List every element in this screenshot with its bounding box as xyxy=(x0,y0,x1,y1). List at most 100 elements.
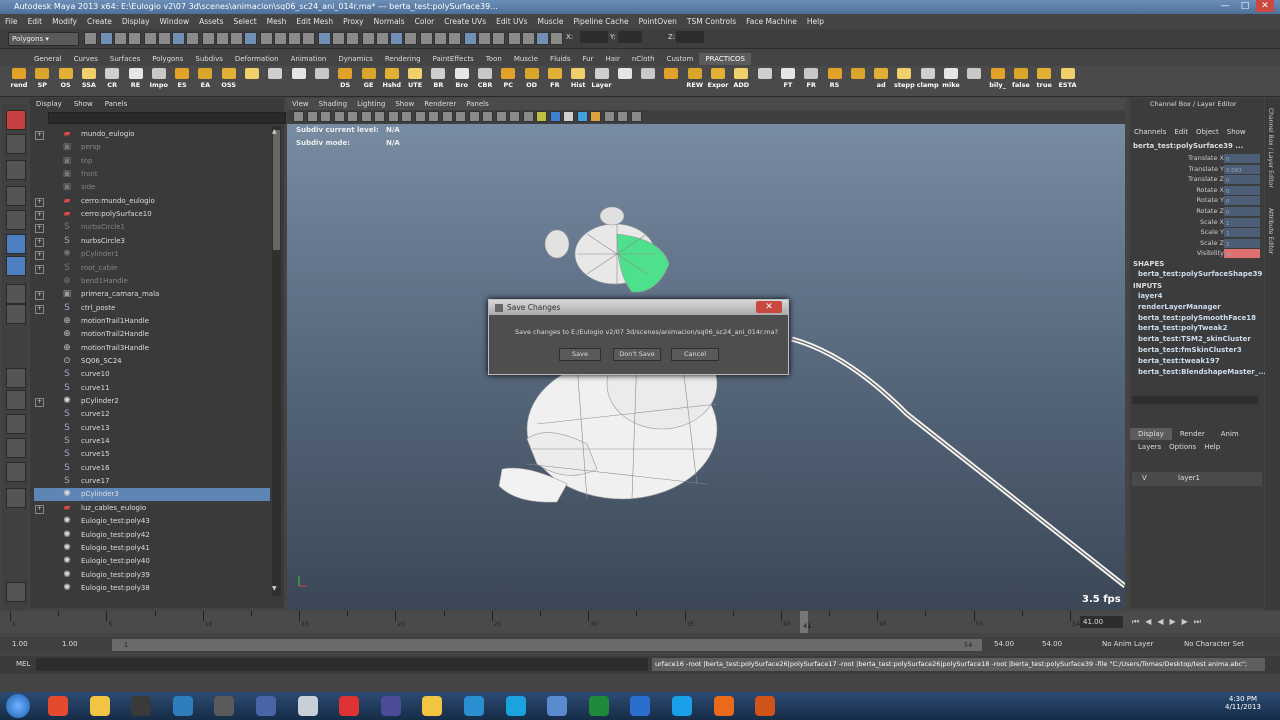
outliner-row[interactable]: ✺ Eulogio_test:poly38 xyxy=(34,582,270,595)
menu-edit[interactable]: Edit xyxy=(23,17,48,26)
tool-button-icon[interactable] xyxy=(6,390,26,410)
outliner-filter-input[interactable] xyxy=(48,112,286,124)
status-tool-icon[interactable] xyxy=(100,32,113,45)
expand-icon[interactable]: + xyxy=(35,251,44,261)
menu-help[interactable]: Help xyxy=(802,17,829,26)
viewport-tool-icon[interactable] xyxy=(320,111,331,122)
channel-menu-show[interactable]: Show xyxy=(1223,126,1250,138)
layer-tab-display[interactable]: Display xyxy=(1130,428,1172,440)
status-tool-icon[interactable] xyxy=(420,32,433,45)
outliner-menu-panels[interactable]: Panels xyxy=(99,98,134,110)
outliner-row[interactable]: ✺ Eulogio_test:poly41 xyxy=(34,542,270,555)
expand-icon[interactable]: + xyxy=(35,211,44,221)
viewport-tool-icon[interactable] xyxy=(590,111,601,122)
status-tool-icon[interactable] xyxy=(216,32,229,45)
y-field[interactable] xyxy=(618,31,642,43)
menu-normals[interactable]: Normals xyxy=(369,17,410,26)
viewport-tool-icon[interactable] xyxy=(536,111,547,122)
menu-window[interactable]: Window xyxy=(155,17,195,26)
viewport-tool-icon[interactable] xyxy=(387,111,399,122)
status-tool-icon[interactable] xyxy=(508,32,521,45)
shelf-tab-ncloth[interactable]: nCloth xyxy=(626,53,661,65)
channel-translate-z-field[interactable]: 0 xyxy=(1224,175,1260,185)
status-tool-icon[interactable] xyxy=(244,32,257,45)
shelf-tab-custom[interactable]: Custom xyxy=(661,53,700,65)
input-node-link[interactable]: berta_test:polyTweak2 xyxy=(1138,324,1227,332)
status-tool-icon[interactable] xyxy=(318,32,331,45)
shelf-button-ds[interactable]: DS xyxy=(334,68,356,94)
outliner-row[interactable]: + Sctrl_poste xyxy=(34,302,270,315)
scroll-up-icon[interactable]: ▲ xyxy=(272,128,277,135)
shelf-button-pc[interactable]: PC xyxy=(497,68,519,94)
viewport-tool-icon[interactable] xyxy=(401,111,412,122)
end-time-field[interactable]: 54.00 xyxy=(1042,640,1062,648)
tool-button-icon[interactable] xyxy=(6,234,26,254)
taskbar-app-icon[interactable] xyxy=(505,696,526,716)
shelf-button-icon-32[interactable] xyxy=(754,68,776,94)
menu-color[interactable]: Color xyxy=(410,17,440,26)
shelf-button-rs[interactable]: RS xyxy=(824,68,846,94)
shelf-button-re[interactable]: RE xyxy=(125,68,147,94)
shelf-button-add[interactable]: ADD xyxy=(730,68,752,94)
outliner-row[interactable]: + ▰ cerro:mundo_eulogio xyxy=(34,195,270,208)
outliner-row[interactable]: ✺ pCylinder3 xyxy=(34,488,270,502)
outliner-row[interactable]: ⊕ motionTrail3Handle xyxy=(34,342,270,355)
playback-start-field[interactable]: 1.00 xyxy=(62,640,78,648)
taskbar-app-icon[interactable] xyxy=(172,696,193,716)
outliner-row[interactable]: + SnurbsCircle3 xyxy=(34,235,270,248)
playback-end-field[interactable]: 54.00 xyxy=(994,640,1014,648)
shelf-tab-surfaces[interactable]: Surfaces xyxy=(104,53,146,65)
menu-set-dropdown[interactable]: Polygons ▾ xyxy=(8,32,79,46)
start-time-field[interactable]: 1.00 xyxy=(12,640,28,648)
shelf-button-icon-28[interactable] xyxy=(660,68,682,94)
viewport-tool-icon[interactable] xyxy=(468,111,480,122)
status-tool-icon[interactable] xyxy=(172,32,185,45)
shelf-tab-painteffects[interactable]: PaintEffects xyxy=(427,53,480,65)
taskbar-app-icon[interactable] xyxy=(131,696,152,716)
viewport-tool-icon[interactable] xyxy=(495,111,507,122)
outliner-menu-show[interactable]: Show xyxy=(68,98,99,110)
outliner-row[interactable]: ▣ top xyxy=(34,155,270,168)
shelf-button-icon-41[interactable] xyxy=(963,68,985,94)
shelf-button-hist[interactable]: Hist xyxy=(567,68,589,94)
shelf-tab-dynamics[interactable]: Dynamics xyxy=(332,53,379,65)
clock[interactable]: 4:30 PM 4/11/2013 xyxy=(1225,695,1261,711)
layer-visibility[interactable]: V xyxy=(1142,474,1147,482)
taskbar-app-icon[interactable] xyxy=(297,696,318,716)
viewport-tool-icon[interactable] xyxy=(603,111,615,122)
playback-controls-icon[interactable]: ⏮◀◀▶▶⏭ xyxy=(1132,617,1207,627)
side-tab-attribute-editor[interactable]: Attribute Editor xyxy=(1267,208,1274,254)
shelf-button-icon-13[interactable] xyxy=(311,68,333,94)
expand-icon[interactable]: + xyxy=(35,398,44,407)
menu-display[interactable]: Display xyxy=(117,17,155,26)
tool-button-icon[interactable] xyxy=(6,582,26,602)
dont-save-button[interactable]: Don't Save xyxy=(613,348,661,361)
outliner-row[interactable]: + SnurbsCircle1 xyxy=(34,221,270,234)
x-field[interactable] xyxy=(580,31,608,43)
mel-label[interactable]: MEL xyxy=(16,660,30,668)
shelf-button-ad[interactable]: ad xyxy=(870,68,892,94)
shelf-button-rew[interactable]: REW xyxy=(684,68,706,94)
shelf-button-cbr[interactable]: CBR xyxy=(474,68,496,94)
menu-pointoven[interactable]: PointOven xyxy=(634,17,682,26)
menu-assets[interactable]: Assets xyxy=(194,17,228,26)
character-set-dropdown[interactable]: No Character Set xyxy=(1184,640,1244,648)
status-tool-icon[interactable] xyxy=(404,32,417,45)
outliner-row[interactable]: Scurve17 xyxy=(34,475,270,488)
channel-box-object[interactable]: berta_test:polySurface39 ... xyxy=(1133,142,1243,150)
outliner-row[interactable]: Scurve14 xyxy=(34,435,270,448)
viewport-tool-icon[interactable] xyxy=(455,111,466,122)
status-tool-icon[interactable] xyxy=(478,32,491,45)
shelf-button-hshd[interactable]: Hshd xyxy=(381,68,403,94)
status-tool-icon[interactable] xyxy=(144,32,157,45)
shelf-button-es[interactable]: ES xyxy=(171,68,193,94)
shape-link[interactable]: berta_test:polySurfaceShape39 xyxy=(1138,270,1262,278)
status-tool-icon[interactable] xyxy=(84,32,97,45)
taskbar-app-icon[interactable] xyxy=(256,696,276,716)
status-tool-icon[interactable] xyxy=(302,32,315,45)
status-tool-icon[interactable] xyxy=(434,32,447,45)
shelf-button-icon-10[interactable] xyxy=(241,68,263,94)
layer-tab-render[interactable]: Render xyxy=(1172,428,1213,440)
outliner-row[interactable]: ✺ Eulogio_test:poly42 xyxy=(34,529,270,542)
tool-button-icon[interactable] xyxy=(6,186,26,206)
